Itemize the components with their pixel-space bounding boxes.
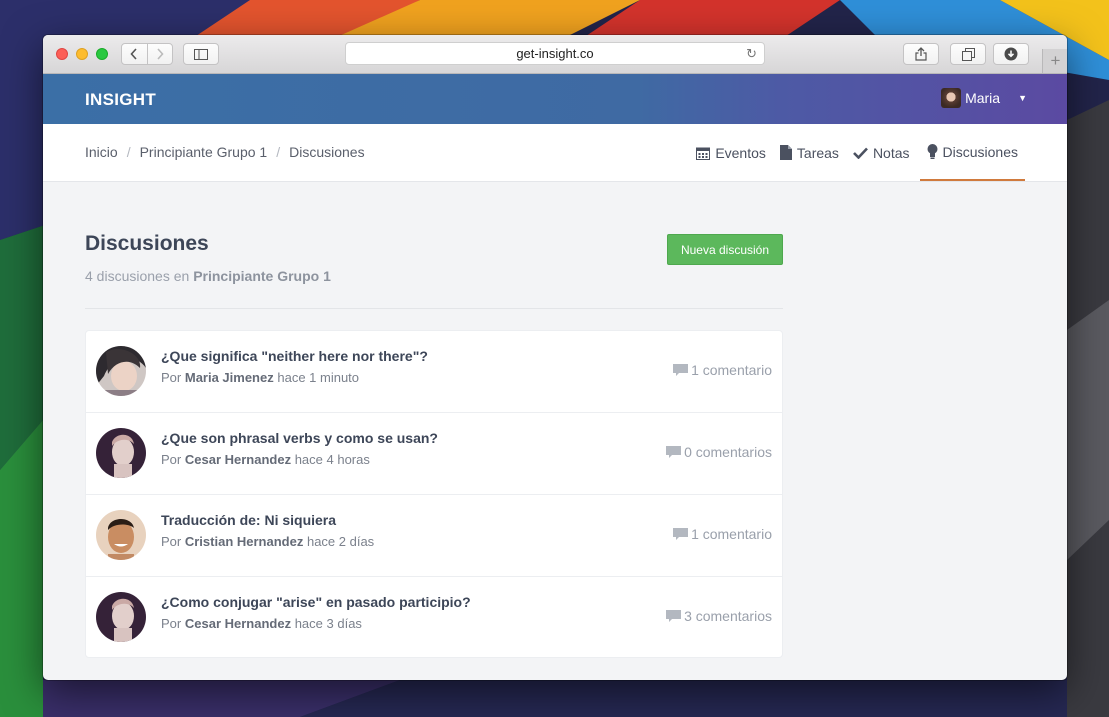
discussion-item[interactable]: ¿Que significa "neither here nor there"?…: [86, 331, 782, 413]
tab-discusiones-label: Discusiones: [942, 143, 1018, 160]
close-window-button[interactable]: [56, 48, 68, 60]
tab-tareas[interactable]: Tareas: [776, 124, 843, 181]
url-text: get-insight.co: [516, 46, 594, 61]
page-subtitle: 4 discusiones en Principiante Grupo 1: [85, 268, 331, 284]
discussion-meta: Por Cesar Hernandez hace 3 días: [161, 616, 362, 631]
user-avatar: [941, 88, 962, 108]
discussion-title[interactable]: ¿Como conjugar "arise" en pasado partici…: [161, 594, 471, 610]
discussion-meta: Por Cristian Hernandez hace 2 días: [161, 534, 374, 549]
chevron-left-icon: [130, 48, 137, 60]
back-button[interactable]: [122, 44, 147, 64]
file-icon: [779, 145, 792, 160]
tab-eventos-label: Eventos: [715, 144, 766, 161]
discussion-author[interactable]: Cristian Hernandez: [185, 534, 303, 549]
discussion-author[interactable]: Cesar Hernandez: [185, 616, 291, 631]
avatar[interactable]: [96, 428, 146, 478]
discussion-time: hace 3 días: [294, 616, 362, 631]
page-title: Discusiones: [85, 232, 209, 255]
user-menu[interactable]: Maria ▼: [941, 88, 1027, 108]
history-nav: [121, 43, 173, 65]
discussion-item[interactable]: ¿Como conjugar "arise" en pasado partici…: [86, 577, 782, 657]
new-tab-button[interactable]: +: [1042, 49, 1067, 73]
download-icon: [1004, 47, 1018, 61]
discussion-list: ¿Que significa "neither here nor there"?…: [85, 330, 783, 658]
chevron-right-icon: [157, 48, 164, 60]
breadcrumb-separator: /: [276, 144, 281, 160]
discussion-item[interactable]: Traducción de: Ni siquiera Por Cristian …: [86, 495, 782, 577]
by-label: Por: [161, 370, 182, 385]
user-name: Maria: [965, 90, 1001, 106]
discussion-time: hace 4 horas: [294, 452, 370, 467]
discussion-author[interactable]: Cesar Hernandez: [185, 452, 291, 467]
tab-eventos[interactable]: Eventos: [692, 124, 770, 181]
tab-discusiones[interactable]: Discusiones: [919, 124, 1025, 181]
comment-count-label: 1 comentario: [691, 362, 772, 378]
discussion-meta: Por Cesar Hernandez hace 4 horas: [161, 452, 370, 467]
comment-count[interactable]: 3 comentarios: [666, 608, 772, 624]
comment-count-label: 3 comentarios: [684, 608, 772, 624]
share-icon: [915, 47, 927, 61]
discussion-item[interactable]: ¿Que son phrasal verbs y como se usan? P…: [86, 413, 782, 495]
comment-icon: [673, 363, 689, 377]
comment-count[interactable]: 0 comentarios: [666, 444, 772, 460]
avatar[interactable]: [96, 510, 146, 560]
show-tabs-button[interactable]: [950, 43, 986, 65]
comment-icon: [666, 609, 682, 623]
zoom-window-button[interactable]: [96, 48, 108, 60]
breadcrumb-separator: /: [126, 144, 131, 160]
comment-icon: [666, 445, 682, 459]
discussion-time: hace 1 minuto: [277, 370, 360, 385]
breadcrumb-home[interactable]: Inicio: [85, 144, 118, 160]
avatar[interactable]: [96, 592, 146, 642]
tab-notas-label: Notas: [872, 144, 910, 161]
discussion-count: 4 discusiones en: [85, 268, 190, 284]
comment-count-label: 0 comentarios: [684, 444, 772, 460]
divider: [85, 308, 783, 309]
discussion-time: hace 2 días: [306, 534, 375, 549]
discussion-title[interactable]: ¿Que significa "neither here nor there"?: [161, 348, 428, 364]
sidebar-toggle-button[interactable]: [183, 43, 219, 65]
breadcrumb-group[interactable]: Principiante Grupo 1: [140, 144, 268, 160]
group-name: Principiante Grupo 1: [193, 268, 331, 284]
calendar-icon: [696, 146, 711, 160]
reload-icon[interactable]: ↻: [746, 46, 757, 62]
app-header: INSIGHT Maria ▼: [43, 74, 1067, 124]
by-label: Por: [161, 616, 182, 631]
by-label: Por: [161, 534, 182, 549]
share-button[interactable]: [903, 43, 939, 65]
caret-down-icon: ▼: [1018, 93, 1027, 103]
tab-tareas-label: Tareas: [796, 144, 839, 161]
breadcrumb: Inicio / Principiante Grupo 1 / Discusio…: [85, 144, 365, 160]
discussion-author[interactable]: Maria Jimenez: [185, 370, 274, 385]
downloads-button[interactable]: [993, 43, 1029, 65]
forward-button[interactable]: [146, 44, 173, 64]
minimize-window-button[interactable]: [76, 48, 88, 60]
address-bar[interactable]: get-insight.co ↻: [345, 42, 765, 65]
sub-navigation: Inicio / Principiante Grupo 1 / Discusio…: [43, 124, 1067, 182]
lightbulb-icon: [927, 144, 938, 159]
discussion-title[interactable]: ¿Que son phrasal verbs y como se usan?: [161, 430, 438, 446]
comment-count[interactable]: 1 comentario: [673, 362, 772, 378]
comment-icon: [673, 527, 689, 541]
browser-toolbar: get-insight.co ↻ +: [43, 35, 1067, 74]
tabs-icon: [961, 47, 975, 61]
avatar[interactable]: [96, 346, 146, 396]
breadcrumb-current: Discusiones: [289, 144, 365, 160]
by-label: Por: [161, 452, 182, 467]
section-tabs: Eventos Tareas Notas Discusiones: [686, 124, 1025, 181]
comment-count-label: 1 comentario: [691, 526, 772, 542]
tab-notas[interactable]: Notas: [849, 124, 914, 181]
discussion-meta: Por Maria Jimenez hace 1 minuto: [161, 370, 359, 385]
new-discussion-button[interactable]: Nueva discusión: [667, 234, 783, 265]
discussion-title[interactable]: Traducción de: Ni siquiera: [161, 512, 336, 528]
check-icon: [853, 147, 868, 159]
sidebar-icon: [194, 48, 208, 60]
browser-window: get-insight.co ↻ + INSIGHT Maria ▼ Inici…: [43, 35, 1067, 680]
comment-count[interactable]: 1 comentario: [673, 526, 772, 542]
app-logo[interactable]: INSIGHT: [85, 90, 156, 110]
